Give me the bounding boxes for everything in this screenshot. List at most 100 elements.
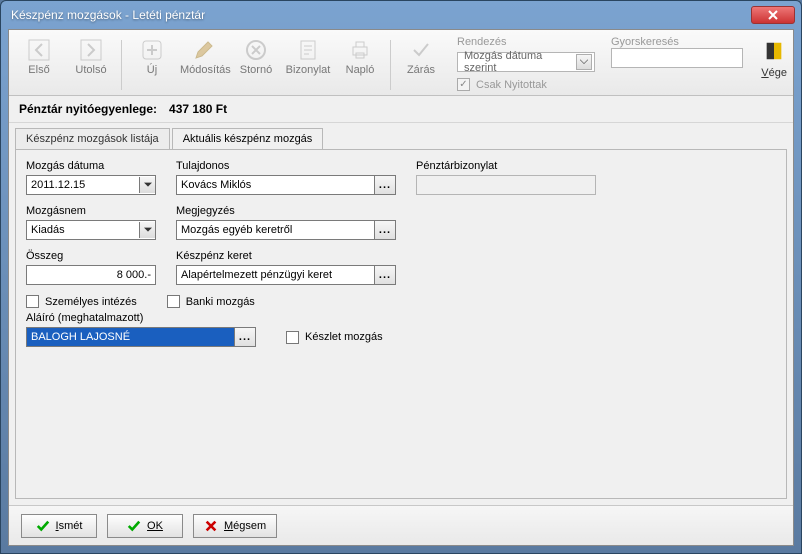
personal-checkbox[interactable]: Személyes intézés [26,295,137,308]
signer-input[interactable]: BALOGH LAJOSNÉ [26,327,234,347]
stock-checkbox[interactable]: Készlet mozgás [286,331,383,344]
toolbar-storno-button[interactable]: Stornó [232,34,280,76]
last-icon [79,38,103,62]
date-label: Mozgás dátuma [26,160,156,172]
client-area: Első Utolsó Új Módosítás Stornó Bizony [8,29,794,546]
frame-input[interactable]: Alapértelmezett pénzügyi keret [176,265,374,285]
order-label: Rendezés [457,36,595,48]
checkbox-icon [286,331,299,344]
printer-icon [348,38,372,62]
frame-value: Alapértelmezett pénzügyi keret [181,269,332,281]
checkbox-icon [26,295,39,308]
chevron-down-icon [139,177,155,193]
date-value: 2011.12.15 [31,179,85,191]
again-button[interactable]: Ismét [21,514,97,538]
toolbar-close-button[interactable]: Zárás [397,34,445,76]
note-input[interactable]: Mozgás egyéb keretről [176,220,374,240]
owner-input[interactable]: Kovács Miklós [176,175,374,195]
window: Készpénz mozgások - Letéti pénztár Első … [0,0,802,554]
toolbar-new-label: Új [147,64,157,76]
toolbar-new-button[interactable]: Új [128,34,176,76]
signer-value: BALOGH LAJOSNÉ [31,331,130,343]
checkbox-icon: ✓ [457,78,470,91]
form-area: Mozgás dátuma 2011.12.15 Tulajdonos Ková… [15,149,787,499]
stock-label: Készlet mozgás [305,331,383,343]
order-combo[interactable]: Mozgás dátuma szerint [457,52,595,72]
end-label: Vége [761,67,787,79]
owner-value: Kovács Miklós [181,179,251,191]
order-block: Rendezés Mozgás dátuma szerint ✓ Csak Ny… [457,34,595,91]
amount-label: Összeg [26,250,156,262]
ok-label: OK [147,520,163,532]
only-open-checkbox[interactable]: ✓ Csak Nyitottak [457,78,595,91]
receipt-readonly [416,175,596,195]
receipt-label: Pénztárbizonylat [416,160,596,172]
balance-label: Pénztár nyitóegyenlege: [19,102,157,116]
toolbar-close-label: Zárás [407,64,435,76]
toolbar-separator [390,40,391,90]
toolbar-last-button[interactable]: Utolsó [67,34,115,76]
type-value: Kiadás [31,224,65,236]
receipt-icon [296,38,320,62]
toolbar-separator [121,40,122,90]
balance-row: Pénztár nyitóegyenlege: 437 180 Ft [9,96,793,123]
footer: Ismét OK Mégsem [9,505,793,545]
tab-list[interactable]: Készpénz mozgások listája [15,128,170,150]
toolbar-first-button[interactable]: Első [15,34,63,76]
window-title: Készpénz mozgások - Letéti pénztár [11,8,205,22]
owner-lookup-button[interactable]: ... [374,175,396,195]
type-label: Mozgásnem [26,205,156,217]
toolbar-edit-button[interactable]: Módosítás [180,34,228,76]
toolbar-log-label: Napló [346,64,375,76]
toolbar-log-button[interactable]: Napló [336,34,384,76]
frame-lookup-button[interactable]: ... [374,265,396,285]
close-icon [768,10,778,20]
chevron-down-icon [576,54,592,70]
only-open-label: Csak Nyitottak [476,79,547,91]
toolbar-first-label: Első [28,64,49,76]
first-icon [27,38,51,62]
quicksearch-block: Gyorskeresés [611,34,743,68]
quicksearch-label: Gyorskeresés [611,36,743,48]
check-icon [409,38,433,62]
cancel-label: Mégsem [224,520,266,532]
balance-value: 437 180 Ft [169,102,227,116]
check-green-icon [127,519,141,533]
bank-label: Banki mozgás [186,296,255,308]
frame-label: Készpénz keret [176,250,396,262]
date-input[interactable]: 2011.12.15 [26,175,156,195]
order-combo-value: Mozgás dátuma szerint [464,50,576,74]
chevron-down-icon [139,222,155,238]
toolbar-receipt-label: Bizonylat [286,64,331,76]
tab-current[interactable]: Aktuális készpénz mozgás [172,128,324,150]
type-select[interactable]: Kiadás [26,220,156,240]
amount-value: 8 000.- [117,269,151,281]
personal-label: Személyes intézés [45,296,137,308]
check-green-icon [36,519,50,533]
signer-lookup-button[interactable]: ... [234,327,256,347]
toolbar: Első Utolsó Új Módosítás Stornó Bizony [9,30,793,96]
toolbar-edit-label: Módosítás [180,64,231,76]
close-window-button[interactable] [751,6,795,24]
checkbox-icon [167,295,180,308]
note-label: Megjegyzés [176,205,396,217]
quicksearch-input[interactable] [611,48,743,68]
owner-label: Tulajdonos [176,160,396,172]
signer-label: Aláíró (meghatalmazott) [26,312,143,324]
bank-checkbox[interactable]: Banki mozgás [167,295,255,308]
amount-input[interactable]: 8 000.- [26,265,156,285]
note-value: Mozgás egyéb keretről [181,224,292,236]
end-button[interactable]: Vége [761,34,787,79]
tabs: Készpénz mozgások listája Aktuális készp… [9,127,793,149]
again-label: Ismét [56,520,83,532]
titlebar: Készpénz mozgások - Letéti pénztár [1,1,801,29]
cancel-button[interactable]: Mégsem [193,514,277,538]
cancel-icon [244,38,268,62]
toolbar-storno-label: Stornó [240,64,272,76]
toolbar-receipt-button[interactable]: Bizonylat [284,34,332,76]
exit-icon [763,40,785,62]
pencil-icon [192,38,216,62]
ok-button[interactable]: OK [107,514,183,538]
x-red-icon [204,519,218,533]
note-lookup-button[interactable]: ... [374,220,396,240]
